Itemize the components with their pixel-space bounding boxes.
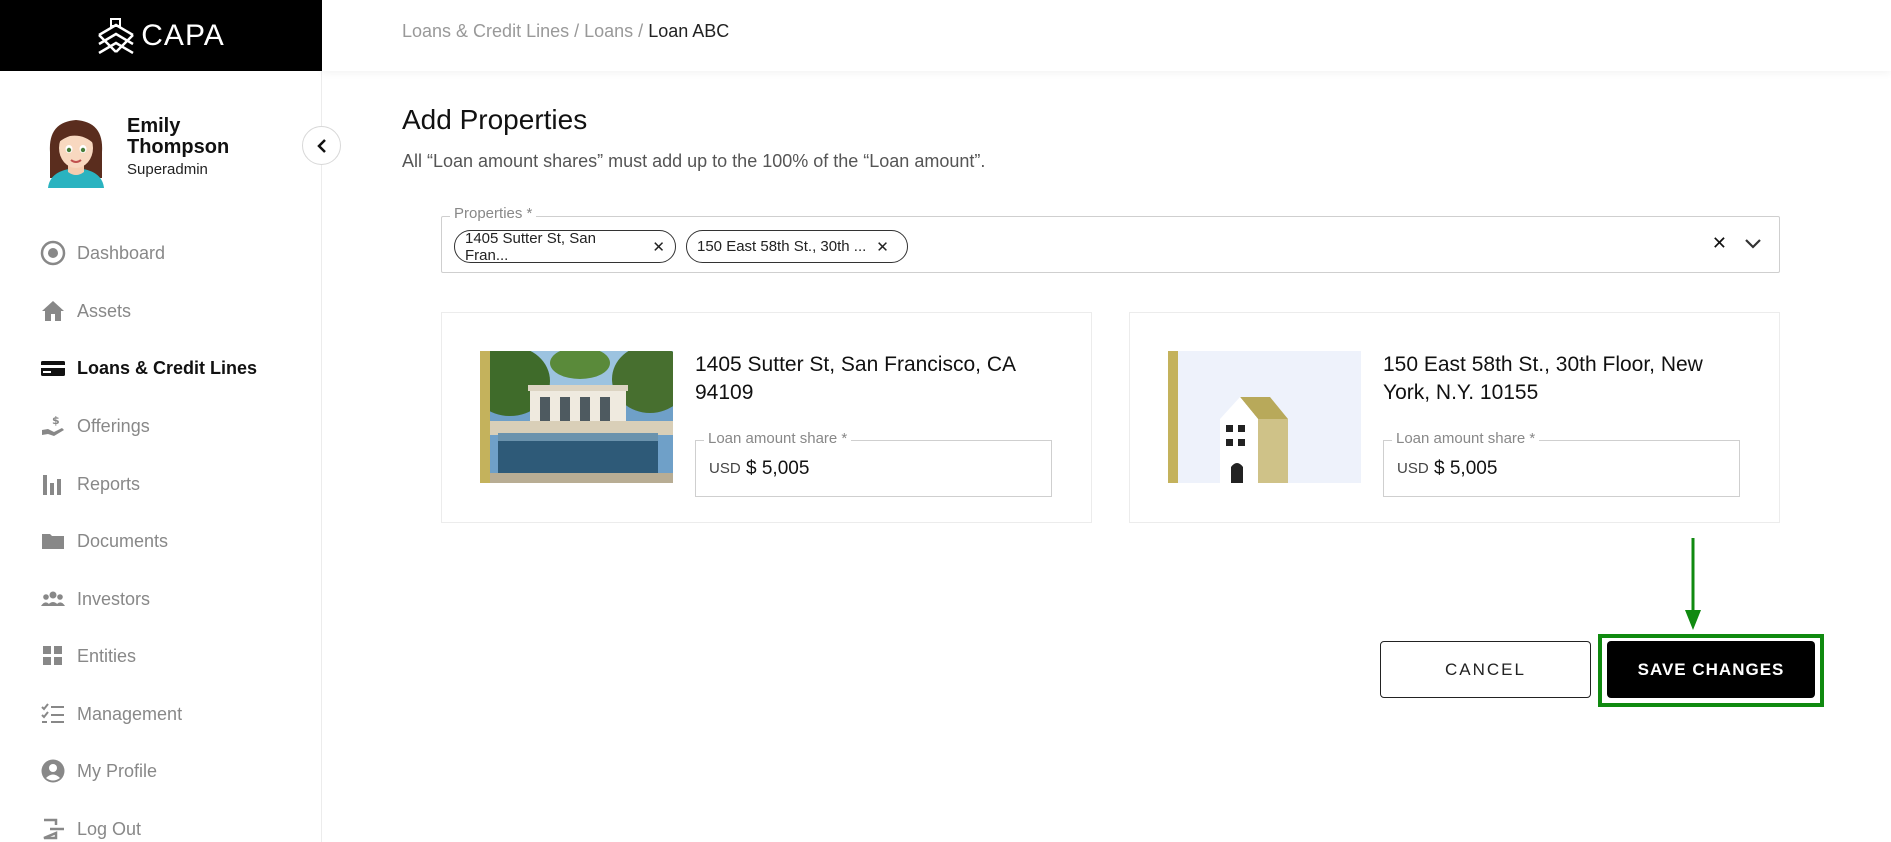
sidebar-item-investors[interactable]: Investors (40, 584, 300, 614)
property-chip: 150 East 58th St., 30th ... ✕ (686, 230, 908, 263)
user-profile: Emily Thompson Superadmin (40, 112, 300, 192)
breadcrumb-loans-credit-lines[interactable]: Loans & Credit Lines / (402, 21, 579, 41)
collapse-sidebar-button[interactable] (302, 126, 341, 165)
breadcrumb: Loans & Credit Lines / Loans / Loan ABC (402, 21, 729, 42)
sidebar-item-management[interactable]: Management (40, 699, 300, 729)
chip-label: 150 East 58th St., 30th ... (697, 238, 867, 255)
home-icon (40, 298, 66, 324)
breadcrumb-loans[interactable]: Loans / (584, 21, 643, 41)
property-image (1168, 351, 1361, 483)
sidebar-item-reports[interactable]: Reports (40, 469, 300, 499)
sidebar-item-documents[interactable]: Documents (40, 526, 300, 556)
property-address: 1405 Sutter St, San Francisco, CA 94109 (695, 353, 1015, 404)
breadcrumb-current: Loan ABC (648, 21, 730, 41)
checklist-icon (40, 701, 66, 727)
user-circle-icon (40, 758, 66, 784)
sidebar-item-label: Entities (77, 645, 137, 666)
logo-bar: CAPA (0, 0, 322, 71)
grid-icon (40, 643, 66, 669)
property-card: 150 East 58th St., 30th Floor, New York,… (1129, 312, 1780, 523)
sidebar-item-entities[interactable]: Entities (40, 641, 300, 671)
remove-chip-icon[interactable]: ✕ (876, 238, 889, 256)
sidebar-item-label: Loans & Credit Lines (77, 357, 258, 378)
properties-select[interactable]: Properties * 1405 Sutter St, San Fran...… (441, 205, 1780, 273)
save-changes-button[interactable]: SAVE CHANGES (1607, 641, 1815, 698)
sidebar-item-label: Investors (77, 588, 151, 609)
dashboard-icon (40, 240, 66, 266)
property-card: 1405 Sutter St, San Francisco, CA 94109 … (441, 312, 1092, 523)
sidebar-item-label: Dashboard (77, 242, 166, 263)
properties-label: Properties * (450, 205, 537, 222)
property-address: 150 East 58th St., 30th Floor, New York,… (1383, 353, 1703, 404)
chevron-down-icon[interactable] (1743, 233, 1763, 253)
accent-bar (480, 351, 490, 483)
sidebar-item-offerings[interactable]: $ Offerings (40, 411, 300, 441)
page-subtitle: All “Loan amount shares” must add up to … (402, 151, 986, 171)
loan-amount-share-input[interactable]: Loan amount share * USD $ 5,005 (1383, 430, 1740, 497)
sidebar-item-log-out[interactable]: Log Out (40, 814, 300, 842)
property-chip: 1405 Sutter St, San Fran... ✕ (454, 229, 676, 264)
loan-amount-share-input[interactable]: Loan amount share * USD $ 5,005 (695, 430, 1052, 497)
sidebar-item-loans[interactable]: Loans & Credit Lines (40, 353, 300, 383)
brand-name: CAPA (141, 18, 225, 52)
clear-all-icon[interactable]: ✕ (1712, 233, 1727, 254)
sidebar-item-label: Reports (77, 473, 141, 494)
property-image (480, 351, 673, 483)
sidebar-item-label: Documents (77, 530, 169, 551)
credit-card-icon (40, 355, 66, 381)
chip-label: 1405 Sutter St, San Fran... (465, 229, 596, 264)
hand-dollar-icon: $ (40, 413, 66, 439)
sidebar-item-dashboard[interactable]: Dashboard (40, 238, 300, 268)
chevron-left-icon (316, 138, 326, 153)
loan-amount-share-label: Loan amount share * (704, 430, 852, 447)
bar-chart-icon (40, 471, 66, 497)
sidebar-item-label: My Profile (77, 760, 158, 781)
user-name: Emily Thompson (127, 115, 230, 158)
capa-logo-icon (98, 17, 135, 54)
arrow-down-icon (1685, 538, 1701, 630)
logout-icon (40, 816, 66, 842)
sidebar-item-label: Management (77, 703, 183, 724)
sidebar-item-assets[interactable]: Assets (40, 296, 300, 326)
remove-chip-icon[interactable]: ✕ (652, 238, 665, 256)
avatar (48, 120, 104, 188)
accent-bar (1168, 351, 1178, 483)
loan-amount-share-label: Loan amount share * (1392, 430, 1540, 447)
sidebar-item-label: Assets (77, 300, 132, 321)
top-bar: Loans & Credit Lines / Loans / Loan ABC (322, 0, 1891, 71)
user-role: Superadmin (127, 161, 208, 178)
people-icon (40, 586, 66, 612)
loan-amount-share-value[interactable]: $ 5,005 (1434, 458, 1497, 480)
cancel-button[interactable]: CANCEL (1380, 641, 1591, 698)
sidebar-item-label: Offerings (77, 415, 150, 436)
page-title: Add Properties (402, 104, 588, 135)
currency-prefix: USD (709, 460, 741, 477)
sidebar-item-my-profile[interactable]: My Profile (40, 756, 300, 786)
sidebar-item-label: Log Out (77, 818, 142, 839)
sidebar: CAPA Emily Thompson Superadmin Dashboard… (0, 0, 322, 842)
loan-amount-share-value[interactable]: $ 5,005 (746, 458, 809, 480)
currency-prefix: USD (1397, 460, 1429, 477)
svg-text:$: $ (52, 414, 60, 427)
folder-icon (40, 528, 66, 554)
